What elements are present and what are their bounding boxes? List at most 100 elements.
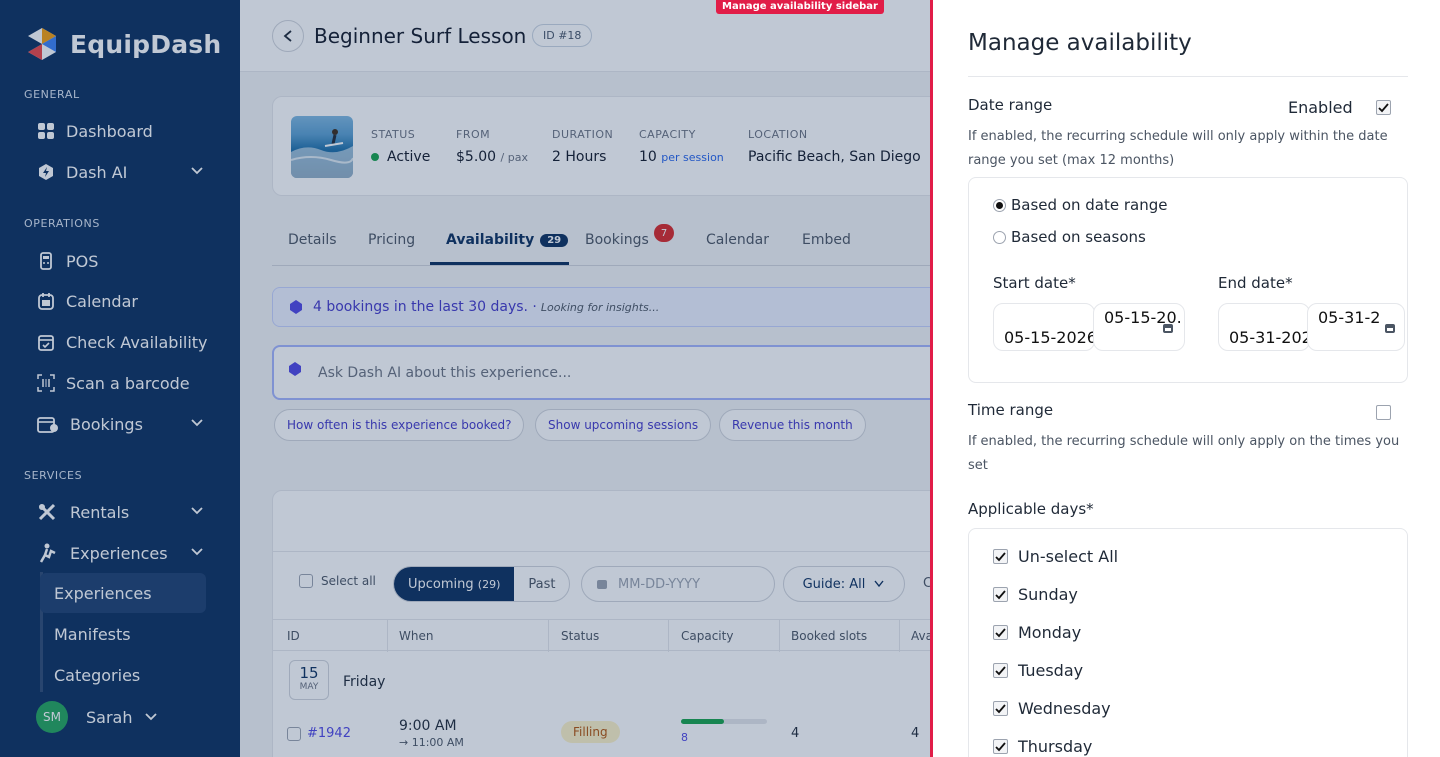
sidebar-item-scan-barcode[interactable]: Scan a barcode — [36, 366, 216, 400]
sidebar-item-dash-ai[interactable]: Dash AI — [36, 155, 216, 189]
checkbox[interactable] — [993, 625, 1008, 640]
past-option[interactable]: Past — [514, 567, 569, 601]
ai-shield-icon — [36, 162, 56, 182]
tab-calendar[interactable]: Calendar — [706, 232, 769, 248]
sidebar-subitem-manifests[interactable]: Manifests — [40, 614, 206, 654]
row-checkbox[interactable] — [287, 727, 301, 741]
capacity-bar — [681, 719, 767, 724]
suggestion-chip[interactable]: Show upcoming sessions — [535, 409, 712, 441]
table-filters: Select all Upcoming (29) Past MM-DD-YYYY… — [273, 551, 973, 611]
day-checkbox-thursday[interactable]: Thursday — [993, 737, 1092, 756]
checkbox[interactable] — [993, 701, 1008, 716]
bookings-notification-badge: 7 — [654, 224, 674, 242]
sidebar-subitem-experiences[interactable]: Experiences — [40, 573, 206, 613]
radio-based-on-date-range[interactable]: Based on date range — [993, 196, 1167, 214]
booked-slots: 4 — [791, 726, 800, 741]
ask-placeholder: Ask Dash AI about this experience... — [318, 364, 572, 381]
col-id: ID — [287, 629, 300, 643]
day-checkbox-unselect-all[interactable]: Un-select All — [993, 547, 1118, 566]
stat-from: FROM $5.00 / pax — [456, 128, 528, 165]
capacity-value: 8 — [681, 731, 688, 744]
tab-bar: Details Pricing Availability 29 Bookings … — [272, 220, 972, 266]
tab-embed[interactable]: Embed — [802, 232, 851, 248]
chevron-down-icon[interactable] — [190, 164, 204, 178]
tab-bookings[interactable]: Bookings — [585, 232, 649, 248]
session-end: → 11:00 AM — [399, 736, 464, 749]
id-badge: ID #18 — [532, 24, 593, 47]
sidebar: EquipDash GENERAL Dashboard Dash AI OPER… — [0, 0, 240, 757]
checkbox[interactable] — [993, 739, 1008, 754]
stat-capacity: CAPACITY 10 per session — [639, 128, 724, 165]
ask-dash-ai-input[interactable]: Ask Dash AI about this experience... — [272, 345, 972, 400]
guide-filter-select[interactable]: Guide: All — [783, 566, 905, 602]
sidebar-item-check-availability[interactable]: Check Availability — [36, 325, 216, 359]
brand-logo[interactable]: EquipDash — [24, 26, 221, 62]
sidebar-item-label: Scan a barcode — [66, 373, 190, 393]
session-id-link[interactable]: #1942 — [307, 726, 351, 741]
start-date-picker[interactable]: 05-15-20. — [1093, 303, 1185, 351]
sidebar-item-calendar[interactable]: Calendar — [36, 284, 216, 318]
sidebar-subitem-categories[interactable]: Categories — [40, 655, 206, 695]
session-time: 9:00 AM — [399, 718, 457, 734]
check-icon — [995, 666, 1006, 676]
date-filter-input[interactable]: MM-DD-YYYY — [581, 566, 775, 602]
radio-button[interactable] — [993, 198, 1006, 212]
upcoming-past-toggle[interactable]: Upcoming (29) Past — [393, 566, 571, 602]
radio-based-on-seasons[interactable]: Based on seasons — [993, 228, 1146, 246]
applicable-days-label: Applicable days* — [968, 500, 1094, 518]
col-capacity: Capacity — [681, 629, 734, 643]
sessions-table-card: Select all Upcoming (29) Past MM-DD-YYYY… — [272, 490, 973, 757]
barcode-scan-icon — [36, 373, 56, 393]
day-checkbox-monday[interactable]: Monday — [993, 623, 1081, 642]
bookings-icon — [36, 414, 60, 434]
tab-availability[interactable]: Availability 29 — [446, 232, 569, 248]
chevron-down-icon[interactable] — [190, 416, 204, 430]
day-checkbox-wednesday[interactable]: Wednesday — [993, 699, 1111, 718]
table-header: ID When Status Capacity Booked slots Ava… — [273, 619, 973, 652]
checkbox[interactable] — [299, 574, 313, 588]
day-checkbox-sunday[interactable]: Sunday — [993, 585, 1078, 604]
sidebar-item-dashboard[interactable]: Dashboard — [36, 114, 216, 148]
sidebar-item-bookings[interactable]: Bookings — [36, 407, 216, 441]
panel-title: Manage availability — [968, 30, 1192, 56]
stat-duration: DURATION 2 Hours — [552, 128, 614, 165]
tab-pricing[interactable]: Pricing — [368, 232, 415, 248]
checkbox[interactable] — [993, 587, 1008, 602]
select-all-checkbox[interactable]: Select all — [299, 574, 376, 588]
suggestion-chip[interactable]: Revenue this month — [719, 409, 866, 441]
upcoming-option[interactable]: Upcoming (29) — [394, 567, 515, 601]
checkbox[interactable] — [993, 663, 1008, 678]
section-services: SERVICES — [24, 469, 83, 482]
check-icon — [995, 704, 1006, 714]
end-date-picker[interactable]: 05-31-2 — [1307, 303, 1405, 351]
user-menu[interactable]: SM Sarah — [36, 701, 158, 733]
back-button[interactable] — [272, 20, 304, 52]
date-range-enabled-checkbox[interactable] — [1376, 100, 1391, 115]
start-date-label: Start date* — [993, 274, 1076, 292]
tab-details[interactable]: Details — [288, 232, 337, 248]
sidebar-item-rentals[interactable]: Rentals — [36, 495, 216, 529]
sidebar-item-label: Check Availability — [66, 332, 208, 352]
sidebar-item-pos[interactable]: POS — [36, 244, 216, 278]
chevron-down-icon[interactable] — [190, 504, 204, 518]
suggestion-chip[interactable]: How often is this experience booked? — [274, 409, 525, 441]
status-dot-icon — [371, 153, 379, 161]
checkbox[interactable] — [993, 549, 1008, 564]
end-date-input[interactable]: 05-31-202 — [1218, 303, 1310, 351]
available-slots: 4 — [911, 726, 920, 741]
user-name: Sarah — [86, 707, 133, 727]
sidebar-item-experiences[interactable]: Experiences — [36, 536, 216, 570]
experience-summary: STATUS Active FROM $5.00 / pax DURATION … — [272, 96, 972, 196]
radio-button[interactable] — [993, 230, 1006, 244]
day-name: Friday — [343, 674, 386, 690]
table-row[interactable]: #1942 9:00 AM → 11:00 AM Filling 8 4 4 — [273, 711, 973, 757]
day-checkbox-tuesday[interactable]: Tuesday — [993, 661, 1083, 680]
rentals-icon — [36, 502, 60, 522]
start-date-input[interactable]: 05-15-2026 — [993, 303, 1095, 351]
insight-banner[interactable]: 4 bookings in the last 30 days. · Lookin… — [272, 287, 972, 327]
check-icon — [995, 552, 1006, 562]
time-range-checkbox[interactable] — [1376, 405, 1391, 420]
applicable-days-box: Un-select All Sunday Monday Tuesday Wedn… — [968, 528, 1408, 757]
chevron-down-icon[interactable] — [190, 545, 204, 559]
sidebar-item-label: POS — [66, 251, 99, 271]
